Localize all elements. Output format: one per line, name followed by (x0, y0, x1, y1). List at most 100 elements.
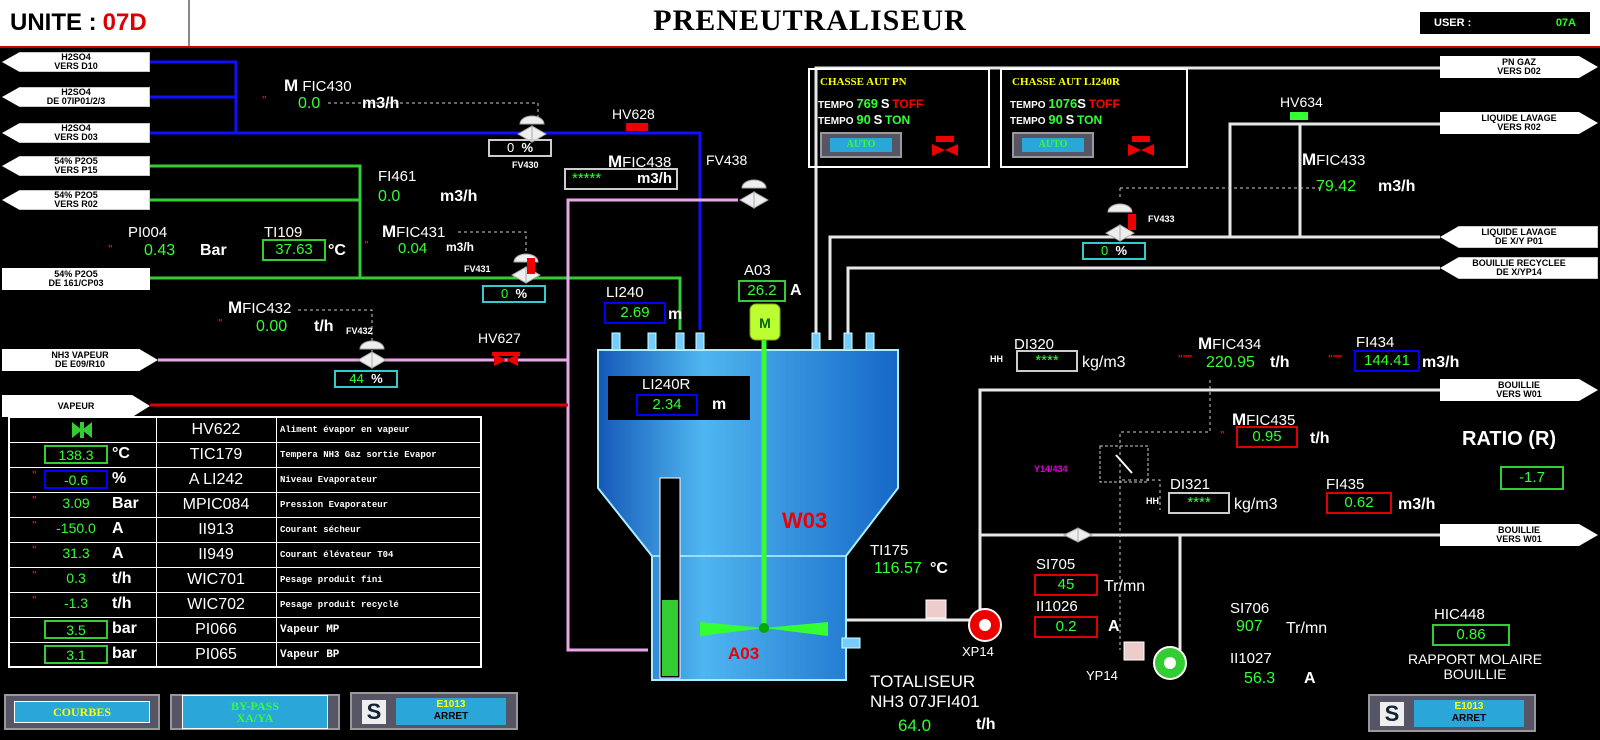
s-icon: S (362, 700, 386, 724)
line-tag-nh3-vapeur[interactable]: NH3 VAPEUR DE E09/R10 (2, 349, 158, 371)
line-tag-h2so4-vers-d10[interactable]: H2SO4 VERS D10 (2, 52, 150, 72)
fic430-unit: m3/h (362, 95, 400, 112)
si705-tag[interactable]: SI705 (1036, 556, 1075, 573)
table-tag[interactable]: HV622 (156, 418, 277, 442)
table-tag[interactable]: TIC179 (156, 443, 277, 467)
hic448-tag[interactable]: HIC448 (1434, 606, 1485, 623)
di321-tag[interactable]: DI321 (1170, 476, 1210, 493)
fic432-tag[interactable]: MFIC432 (228, 298, 291, 318)
ti175-tag[interactable]: TI175 (870, 542, 908, 559)
table-desc: Tempera NH3 Gaz sortie Evapor (280, 450, 437, 460)
chasse-li-row2: TEMPO 90 S TON (1010, 112, 1103, 127)
line-tag-p2o5-vers-r02[interactable]: 54% P2O5 VERS R02 (2, 190, 150, 210)
line-tag-vapeur[interactable]: VAPEUR (2, 395, 150, 417)
line-tag-p2o5-de-161-cp03[interactable]: 54% P2O5 DE 161/CP03 (2, 268, 150, 290)
si705-value: 45 (1034, 574, 1098, 596)
totaliseur-unit: t/h (976, 716, 996, 733)
fi434-value: 144.41 (1354, 350, 1420, 372)
svg-text:M: M (759, 315, 771, 331)
fi434-tag[interactable]: FI434 (1356, 334, 1394, 351)
line-tag-p2o5-vers-p15[interactable]: 54% P2O5 VERS P15 (2, 156, 150, 176)
yp14-tag[interactable]: YP14 (1086, 668, 1118, 683)
xp14-tag[interactable]: XP14 (962, 644, 994, 659)
table-tag[interactable]: II913 (156, 518, 277, 542)
pi004-alarm-icon: " (108, 244, 113, 255)
chasse-li-row1: TEMPO 1076S TOFF (1010, 96, 1120, 111)
hv634-tag[interactable]: HV634 (1280, 94, 1323, 110)
hv628-tag[interactable]: HV628 (612, 106, 655, 122)
di321-unit: kg/m3 (1234, 496, 1278, 513)
ii1026-tag[interactable]: II1026 (1036, 598, 1078, 615)
bypass-button[interactable]: BY-PASS XA/YA (170, 694, 340, 730)
li240r-unit: m (712, 396, 727, 413)
ii1027-tag[interactable]: II1027 (1230, 650, 1272, 667)
li240-unit: m (668, 306, 683, 323)
fi461-tag[interactable]: FI461 (378, 168, 416, 185)
fic433-tag[interactable]: MFIC433 (1302, 150, 1365, 170)
line-tag-liquide-lavage-xyp01[interactable]: LIQUIDE LAVAGE DE X/Y P01 (1440, 226, 1598, 248)
chasse-li-panel: CHASSE AUT LI240R TEMPO 1076S TOFF TEMPO… (1000, 68, 1188, 168)
fic432-unit: t/h (314, 318, 334, 335)
table-value: 31.3 (62, 545, 90, 561)
fv433-output[interactable]: 0 % (1082, 242, 1146, 260)
a03-motor-tag[interactable]: A03 (744, 262, 771, 279)
table-desc: Pesage produit recyclé (280, 600, 399, 610)
line-tag-h2so4-vers-d03[interactable]: H2SO4 VERS D03 (2, 123, 150, 143)
di320-prefix: HH (990, 354, 1003, 364)
table-tag[interactable]: PI066 (156, 618, 277, 642)
fic435-alarm-icon: " (1220, 430, 1225, 441)
line-tag-bouillie-w01-a[interactable]: BOUILLIE VERS W01 (1440, 379, 1598, 401)
e1013-left-button[interactable]: S E1013 ARRET (350, 692, 518, 730)
line-tag-bouillie-w01-b[interactable]: BOUILLIE VERS W01 (1440, 524, 1598, 546)
ii1026-value: 0.2 (1034, 616, 1098, 638)
pi004-tag[interactable]: PI004 (128, 224, 167, 241)
li240-tag[interactable]: LI240 (606, 284, 644, 301)
fi435-unit: m3/h (1398, 496, 1436, 513)
table-desc: Pesage produit fini (280, 575, 383, 585)
si706-tag[interactable]: SI706 (1230, 600, 1269, 617)
table-desc: Aliment évapor en vapeur (280, 425, 410, 435)
line-tag-bouillie-recyclee[interactable]: BOUILLIE RECYCLEE DE X/YP14 (1440, 257, 1598, 279)
line-tag-pn-gaz[interactable]: PN GAZ VERS D02 (1440, 56, 1598, 78)
chasse-li-auto-button[interactable]: AUTO (1012, 132, 1094, 158)
e1013-right-button[interactable]: S E1013 ARRET (1368, 694, 1536, 732)
fi435-tag[interactable]: FI435 (1326, 476, 1364, 493)
fic434-tag[interactable]: MFIC434 (1198, 334, 1261, 354)
fv431-output[interactable]: 0 % (482, 285, 546, 303)
hv627-tag[interactable]: HV627 (478, 330, 521, 346)
fv430-output[interactable]: 0 % (488, 139, 552, 157)
table-value: -0.6 (44, 470, 108, 489)
table-tag[interactable]: PI065 (156, 643, 277, 667)
chasse-li-valve-icon (1128, 136, 1154, 156)
table-tag[interactable]: WIC701 (156, 568, 277, 592)
li240r-tag[interactable]: LI240R (642, 376, 690, 393)
table-tag[interactable]: A LI242 (156, 468, 277, 492)
fic430-tag[interactable]: M FIC430 (284, 76, 352, 96)
table-value: 3.1 (44, 645, 108, 664)
courbes-button[interactable]: COURBES (4, 694, 160, 730)
fic438-display: ***** m3/h (564, 168, 678, 190)
chasse-pn-auto-button[interactable]: AUTO (820, 132, 902, 158)
fv438-tag[interactable]: FV438 (706, 152, 747, 168)
ratio-label: RATIO (R) (1462, 428, 1557, 450)
ti109-unit: °C (328, 242, 346, 259)
fic431-tag[interactable]: MFIC431 (382, 222, 445, 242)
li240r-panel: LI240R 2.34 m (608, 376, 750, 420)
unit-label: UNITE : (10, 9, 97, 36)
di321-prefix: HH (1146, 496, 1159, 506)
table-tag[interactable]: II949 (156, 543, 277, 567)
table-tag[interactable]: MPIC084 (156, 493, 277, 517)
line-tag-liquide-lavage-r02[interactable]: LIQUIDE LAVAGE VERS R02 (1440, 112, 1598, 134)
line-tag-h2so4-de-07ip01[interactable]: H2SO4 DE 07IP01/2/3 (2, 87, 150, 107)
unit-value: 07D (102, 9, 147, 36)
fv432-output[interactable]: 44 % (334, 370, 398, 388)
table-tag[interactable]: WIC702 (156, 593, 277, 617)
table-row: " 3.09 Bar MPIC084 Pression Evaporateur (10, 493, 480, 518)
table-row: " -150.0 A II913 Courant sécheur (10, 518, 480, 543)
fv433-tag: FV433 (1148, 214, 1175, 224)
ti175-value: 116.57 (874, 560, 922, 577)
ii1027-value: 56.3 (1244, 670, 1276, 687)
ratio-value: -1.7 (1500, 466, 1564, 490)
totaliseur-label: TOTALISEUR NH3 07JFI401 (870, 672, 980, 711)
user-indicator: USER : 07A (1420, 12, 1590, 34)
